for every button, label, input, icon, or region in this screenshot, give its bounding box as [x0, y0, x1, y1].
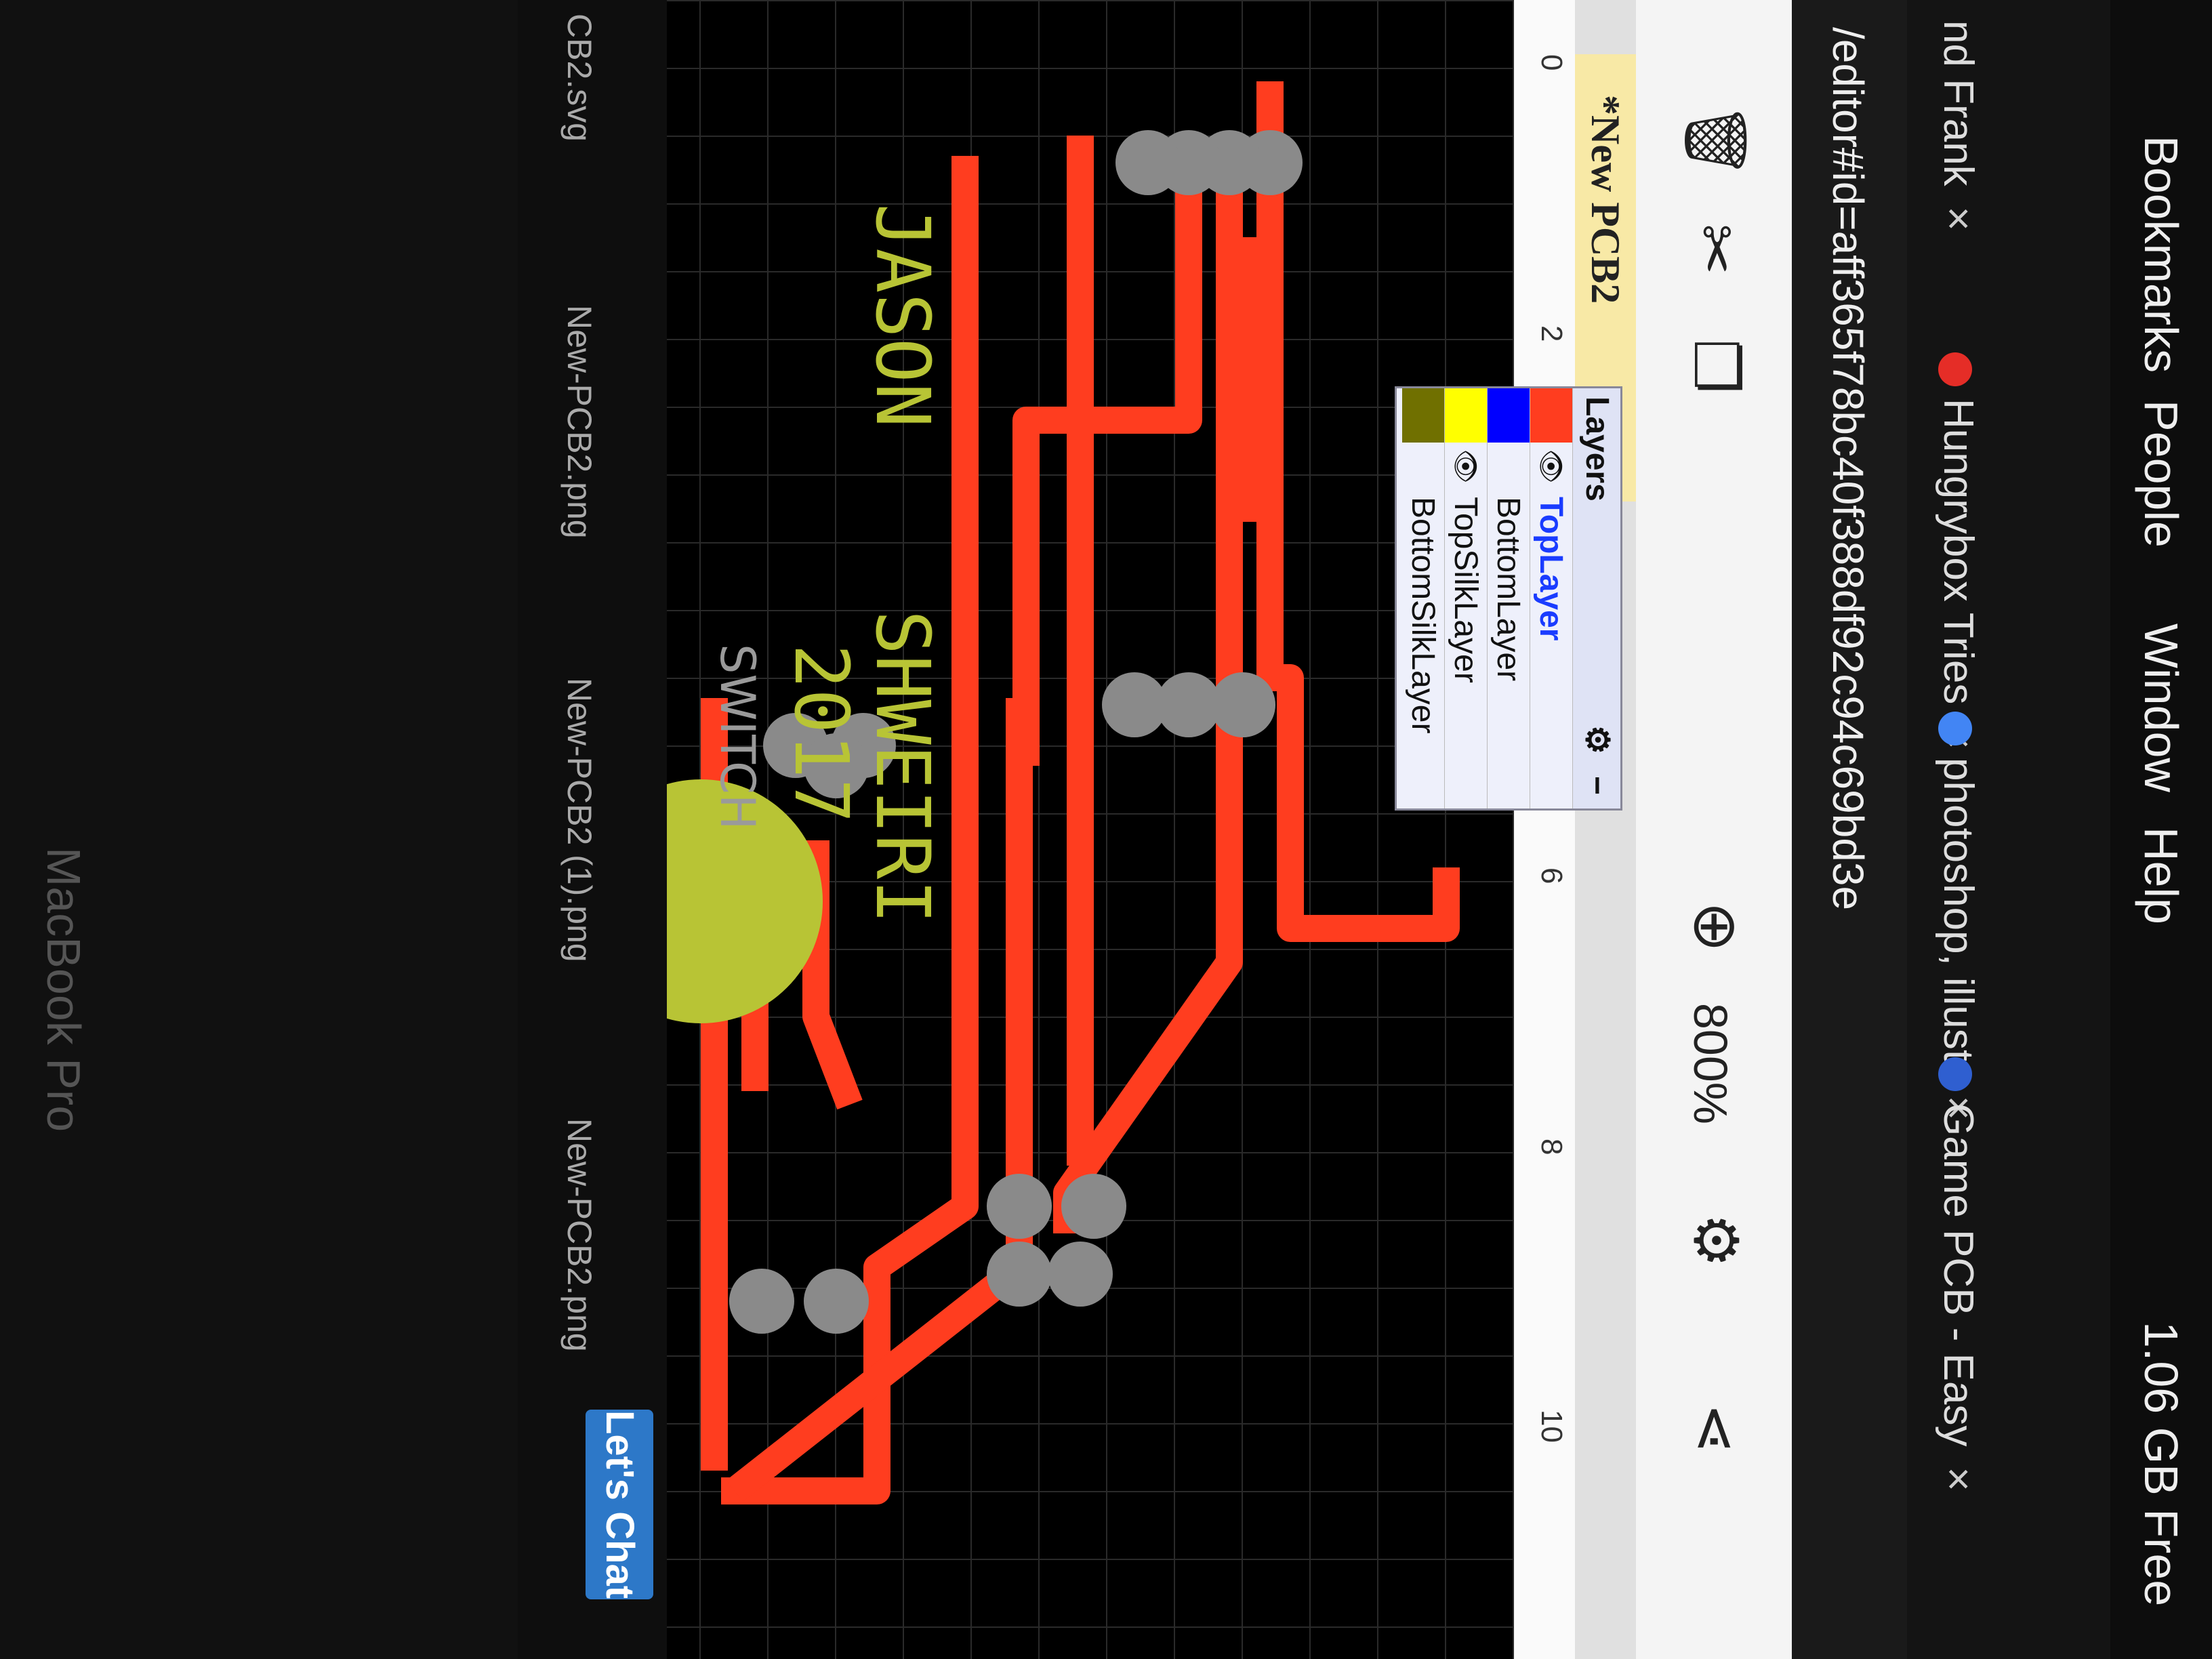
- download-item[interactable]: CB2.svg: [560, 14, 599, 142]
- device-label: MacBook Pro: [37, 847, 90, 1132]
- tab-1[interactable]: nd Frank ×: [1921, 20, 1995, 231]
- layer-row-bottomsilk[interactable]: BottomSilkLayer: [1402, 388, 1445, 808]
- layer-name: TopSilkLayer: [1448, 497, 1484, 683]
- download-item[interactable]: New-PCB2.png: [560, 305, 599, 539]
- layers-title: Layers: [1579, 396, 1615, 501]
- menu-people[interactable]: People: [2134, 400, 2188, 548]
- eye-icon[interactable]: 👁: [1536, 443, 1568, 490]
- mac-menubar: Bookmarks People Window Help 1.06 GB Fre…: [2110, 0, 2212, 1659]
- document-tabs: *New PCB2: [1575, 0, 1636, 1659]
- silkscreen: JASON SHWEIRI 2017: [778, 203, 946, 924]
- tab-label: Game PCB - Easy: [1935, 1103, 1982, 1447]
- layer-color-swatch[interactable]: [1445, 388, 1487, 443]
- layer-name: TopLayer: [1533, 497, 1570, 641]
- silk-year: 2017: [778, 644, 865, 823]
- download-item[interactable]: New-PCB2 (1).png: [560, 678, 599, 962]
- pad: [987, 1242, 1052, 1307]
- silk-name1: JASON: [859, 203, 946, 428]
- settings-gear-icon[interactable]: ⚙: [1680, 1213, 1751, 1268]
- layer-color-swatch[interactable]: [1530, 388, 1572, 443]
- minimize-icon[interactable]: −: [1573, 776, 1620, 795]
- delete-icon[interactable]: 🗑: [1680, 102, 1751, 179]
- layer-name: BottomSilkLayer: [1405, 497, 1441, 734]
- download-item[interactable]: New-PCB2.png: [560, 1118, 599, 1352]
- layer-color-swatch[interactable]: [1402, 388, 1444, 443]
- url-text[interactable]: /editor#id=aff365f78bc40f388df92c94c69bd…: [1823, 27, 1873, 910]
- pad: [1061, 1174, 1126, 1239]
- cut-icon[interactable]: ✂: [1680, 224, 1751, 274]
- top-ruler: 0 2 4 6 8 10: [1513, 0, 1575, 1659]
- tab-label: Hungrybox Tries: [1935, 398, 1982, 705]
- zoom-icon[interactable]: ⊕: [1680, 901, 1751, 952]
- pad: [1115, 130, 1181, 195]
- layer-row-topsilk[interactable]: 👁 TopSilkLayer: [1445, 388, 1488, 808]
- pad: [729, 1269, 794, 1334]
- paste-icon[interactable]: ❐: [1680, 339, 1751, 394]
- address-bar[interactable]: /editor#id=aff365f78bc40f388df92c94c69bd…: [1792, 0, 1907, 1659]
- editor-toolbar: 🗑 ✂ ❐ ⊕ 800% ⚙ ⋖: [1636, 0, 1792, 1659]
- ruler-label: 2: [1535, 325, 1568, 342]
- close-icon[interactable]: ×: [1935, 1467, 1982, 1491]
- pad: [804, 1269, 869, 1334]
- rotated-screen: Bookmarks People Window Help 1.06 GB Fre…: [0, 0, 2212, 1659]
- silk-switch: SWITCH: [710, 644, 765, 830]
- trace-s299: [802, 840, 863, 1110]
- tab-label: photoshop, illustr: [1935, 758, 1982, 1076]
- ruler-label: 10: [1535, 1410, 1568, 1443]
- close-icon[interactable]: ×: [1935, 207, 1982, 231]
- pad: [987, 1174, 1052, 1239]
- zoom-level[interactable]: 800%: [1683, 1003, 1738, 1124]
- pad: [1048, 1242, 1113, 1307]
- browser-tab-strip: nd Frank× Hungrybox Tries× photoshop, il…: [1907, 0, 2110, 1659]
- ruler-label: 8: [1535, 1139, 1568, 1155]
- share-icon[interactable]: ⋖: [1680, 1403, 1751, 1454]
- silk-name2: SHWEIRI: [859, 610, 946, 924]
- ruler-label: 0: [1535, 54, 1568, 71]
- menu-bookmarks[interactable]: Bookmarks: [2134, 136, 2188, 373]
- eye-icon[interactable]: 👁: [1450, 443, 1482, 490]
- google-icon: [1938, 712, 1973, 745]
- settings-gear-icon[interactable]: ⚙: [1573, 725, 1620, 754]
- trace-s126: [1012, 156, 1202, 766]
- menu-help[interactable]: Help: [2134, 827, 2188, 924]
- tab-label: nd Frank: [1935, 20, 1982, 186]
- layers-panel: Layers ⚙ − 👁 TopLayer BottomLayer 👁 TopSilkL…: [1395, 386, 1622, 811]
- ruler-label: 6: [1535, 867, 1568, 884]
- tab-2[interactable]: Hungrybox Tries×: [1921, 352, 1995, 750]
- youtube-icon: [1938, 352, 1973, 386]
- menu-window[interactable]: Window: [2134, 623, 2188, 792]
- layer-color-swatch[interactable]: [1488, 388, 1530, 443]
- pad: [1102, 672, 1167, 737]
- layer-row-bottom[interactable]: BottomLayer: [1488, 388, 1530, 808]
- layer-name: BottomLayer: [1490, 497, 1527, 682]
- disk-free-indicator: 1.06 GB Free: [2135, 1322, 2188, 1607]
- pcb-drawing: JASON SHWEIRI 2017 SWITCH: [667, 81, 1460, 1504]
- layer-row-top[interactable]: 👁 TopLayer: [1530, 388, 1573, 808]
- layers-header: Layers ⚙ −: [1573, 388, 1620, 808]
- pcb-canvas[interactable]: JASON SHWEIRI 2017 SWITCH: [667, 0, 1514, 1659]
- lets-chat-button[interactable]: Let's Chat: [586, 1410, 653, 1599]
- easyeda-icon: [1938, 1057, 1973, 1091]
- tab-4-active[interactable]: Game PCB - Easy ×: [1921, 1057, 1995, 1492]
